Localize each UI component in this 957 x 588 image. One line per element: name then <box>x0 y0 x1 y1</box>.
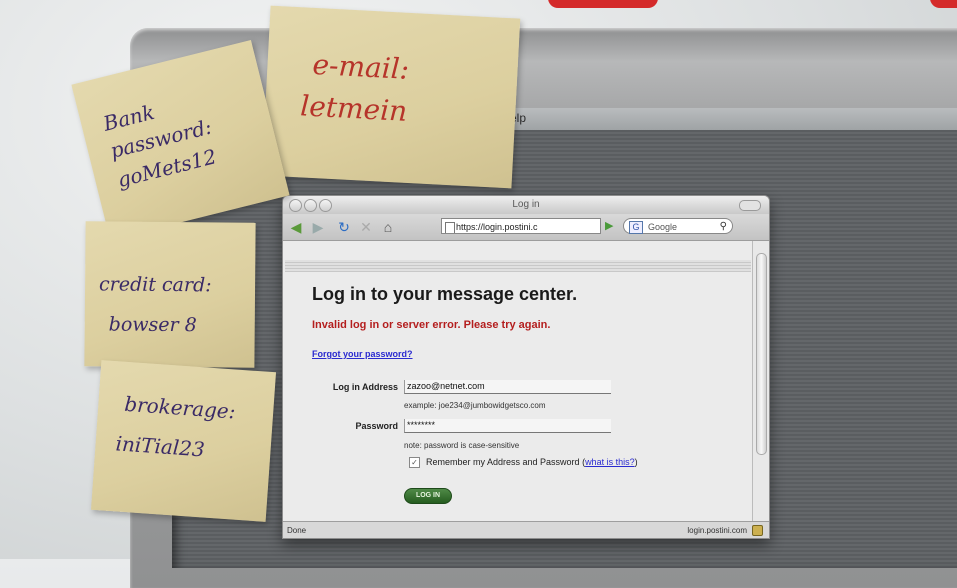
page-content: Log in to your message center. Invalid l… <box>283 241 753 521</box>
address-input[interactable]: zazoo@netnet.com <box>404 380 611 394</box>
remember-label: Remember my Address and Password <box>426 457 580 467</box>
forward-arrow-icon[interactable]: ▶ <box>309 218 327 236</box>
note-text: letmein <box>299 89 409 128</box>
status-bar: Done login.postini.com <box>283 521 769 538</box>
page-icon <box>445 222 455 233</box>
vertical-scrollbar[interactable] <box>752 241 769 521</box>
window-title: Log in <box>512 199 540 210</box>
sticky-note-brokerage: brokerage: iniTial23 <box>90 360 277 522</box>
back-arrow-icon[interactable]: ◀ <box>287 218 305 236</box>
remember-row: Remember my Address and Password (what i… <box>426 457 638 467</box>
scroll-thumb[interactable] <box>756 253 767 455</box>
password-hint: note: password is case-sensitive <box>404 441 520 450</box>
lock-icon[interactable] <box>752 525 763 536</box>
go-arrow-icon[interactable]: ▶ <box>605 219 613 232</box>
address-label: Log in Address <box>332 382 398 392</box>
page-title: Log in to your message center. <box>312 284 578 304</box>
password-label: Password <box>355 421 398 431</box>
home-icon[interactable]: ⌂ <box>379 218 397 236</box>
status-domain: login.postini.com <box>687 526 747 535</box>
red-decoration <box>548 0 658 8</box>
note-text: brokerage: <box>123 391 237 424</box>
sticky-note-email: e-mail: letmein <box>261 5 521 189</box>
password-input[interactable]: ******** <box>404 419 611 433</box>
stop-icon[interactable]: ✕ <box>357 218 375 236</box>
note-text: e-mail: <box>311 47 410 86</box>
sticky-note-credit: credit card: bowser 8 <box>84 221 256 368</box>
browser-toolbar: ◀ ▶ ↻ ✕ ⌂ https://login.postini.c ▶ G Go… <box>283 214 769 241</box>
status-text: Done <box>287 526 307 535</box>
window-titlebar[interactable]: Log in <box>283 196 769 214</box>
login-button[interactable]: LOG IN <box>404 488 452 504</box>
header-stripes <box>285 260 751 272</box>
address-hint: example: joe234@jumbowidgetsco.com <box>404 401 546 410</box>
toolbar-toggle-button[interactable] <box>739 200 761 211</box>
note-text: bowser 8 <box>108 313 197 337</box>
what-is-this-link[interactable]: what is this? <box>585 457 635 467</box>
reload-icon[interactable]: ↻ <box>335 218 353 236</box>
note-text: credit card: <box>98 273 212 297</box>
browser-window: Log in ◀ ▶ ↻ ✕ ⌂ https://login.postini.c… <box>282 195 770 539</box>
note-text: iniTial23 <box>114 431 206 462</box>
forgot-password-link[interactable]: Forgot your password? <box>312 349 413 359</box>
search-placeholder: Google <box>648 222 678 232</box>
google-icon[interactable]: G <box>629 221 643 234</box>
search-input[interactable]: G Google ⚲ <box>623 218 733 234</box>
error-message: Invalid log in or server error. Please t… <box>312 319 551 331</box>
url-text: https://login.postini.c <box>456 222 538 232</box>
search-icon[interactable]: ⚲ <box>720 219 727 235</box>
remember-checkbox[interactable]: ✓ <box>409 457 420 468</box>
url-bar[interactable]: https://login.postini.c <box>441 218 601 234</box>
